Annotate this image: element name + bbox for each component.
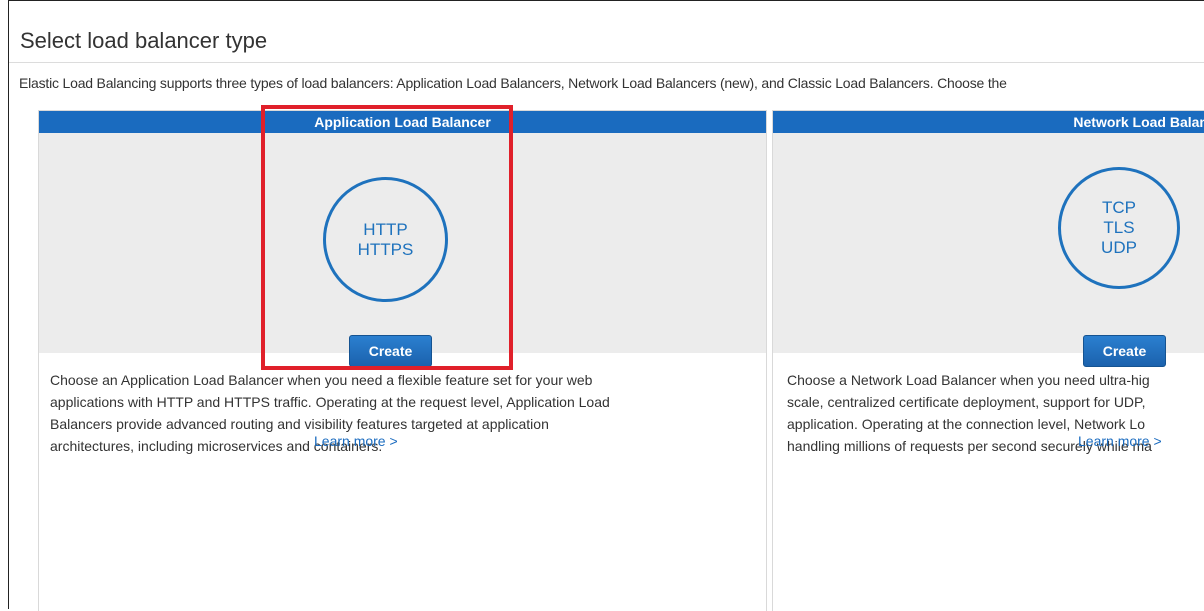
card-header-label: Network Load Balancer	[1073, 114, 1204, 130]
card-header: Application Load Balancer	[39, 111, 766, 133]
protocol-label: HTTPS	[357, 239, 414, 259]
learn-more-link[interactable]: Learn more >	[1078, 433, 1162, 449]
protocol-label: TLS	[1103, 218, 1135, 237]
description-line: Choose a Network Load Balancer when you …	[787, 372, 1150, 388]
description-line: Balancers provide advanced routing and v…	[50, 416, 549, 432]
protocol-label: UDP	[1101, 238, 1137, 257]
card-hero: HTTP HTTPS Create	[39, 133, 766, 367]
card-description: Choose an Application Load Balancer when…	[50, 369, 750, 457]
frame-left-border	[8, 0, 9, 609]
title-divider	[9, 62, 1204, 63]
protocol-circle: HTTP HTTPS	[323, 177, 448, 302]
page-description: Elastic Load Balancing supports three ty…	[19, 75, 1007, 91]
frame-top-border	[8, 0, 1204, 1]
learn-more-link[interactable]: Learn more >	[314, 433, 398, 449]
application-load-balancer-card: Application Load Balancer HTTP HTTPS Cre…	[38, 110, 767, 611]
page-title: Select load balancer type	[20, 28, 268, 53]
protocol-label: TCP	[1102, 198, 1136, 217]
create-nlb-button[interactable]: Create	[1083, 335, 1166, 367]
card-hero: TCP TLS UDP Create	[773, 133, 1204, 367]
card-header: Network Load Balancer	[773, 111, 1204, 133]
description-line: applications with HTTP and HTTPS traffic…	[50, 394, 610, 410]
protocol-circle: TCP TLS UDP	[1058, 167, 1180, 289]
description-line: scale, centralized certificate deploymen…	[787, 394, 1146, 410]
description-line: application. Operating at the connection…	[787, 416, 1145, 432]
description-line: Choose an Application Load Balancer when…	[50, 372, 593, 388]
network-load-balancer-card: Network Load Balancer TCP TLS UDP Create…	[772, 110, 1204, 611]
protocol-label: HTTP	[363, 219, 408, 239]
description-line: architectures, including microservices a…	[50, 438, 383, 454]
create-alb-button[interactable]: Create	[349, 335, 432, 367]
